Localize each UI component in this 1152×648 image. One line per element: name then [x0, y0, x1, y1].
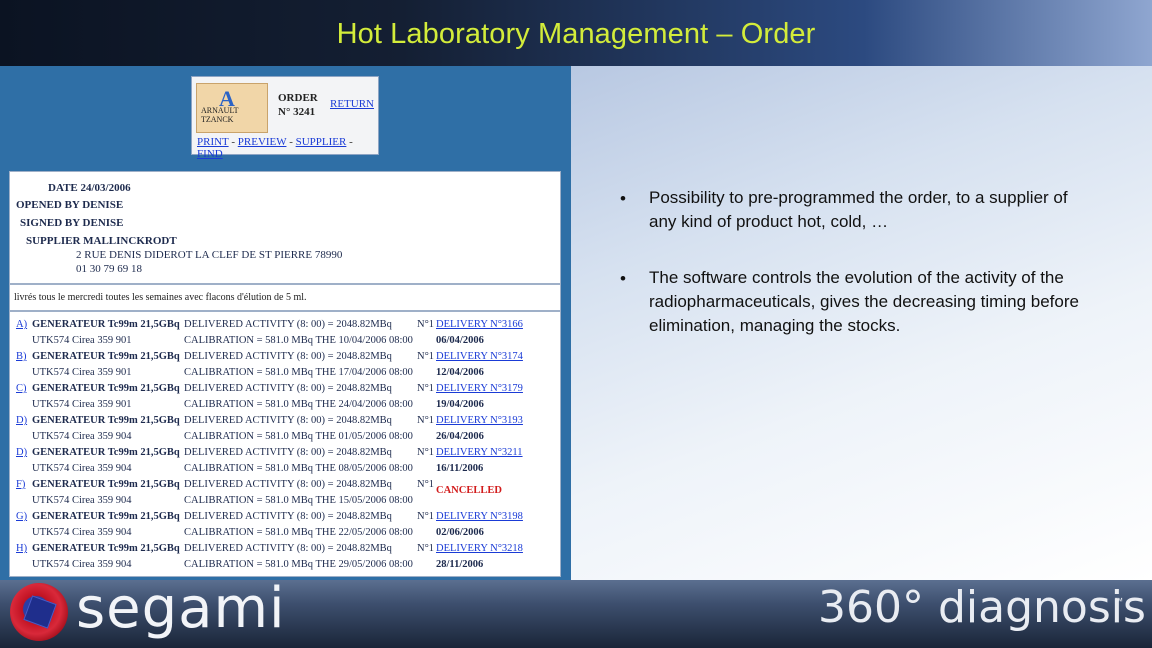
order-note: livrés tous le mercredi toutes les semai… — [14, 292, 307, 303]
signed-by: SIGNED BY DENISE — [20, 217, 124, 229]
order-header: A ARNAULT TZANCK ORDER N° 3241 RETURN PR… — [191, 76, 379, 160]
delivery-link[interactable]: DELIVERY N°3218 — [436, 543, 523, 554]
order-note-box: livrés tous le mercredi toutes les semai… — [9, 284, 561, 311]
slide-title: Hot Laboratory Management – Order — [336, 18, 816, 50]
title-bar: Hot Laboratory Management – Order — [0, 0, 1152, 66]
row-letter-link[interactable]: F) — [16, 479, 25, 490]
order-info-box: DATE 24/03/2006 OPENED BY DENISE SIGNED … — [9, 171, 561, 284]
supplier-link[interactable]: SUPPLIER — [296, 136, 347, 148]
row-letter-link[interactable]: A) — [16, 319, 27, 330]
deliveries-list: A) GENERATEUR Tc99m 21,5GBq DELIVERED AC… — [9, 311, 561, 577]
order-number: N° 3241 — [278, 106, 316, 118]
delivery-link[interactable]: DELIVERY N°3211 — [436, 447, 523, 458]
find-link[interactable]: FIND — [197, 148, 223, 160]
segami-logo-text: segami — [76, 576, 286, 641]
delivery-row: H) GENERATEUR Tc99m 21,5GBq DELIVERED AC… — [16, 543, 523, 570]
delivery-link[interactable]: DELIVERY N°3166 — [436, 319, 523, 330]
delivery-link[interactable]: DELIVERY N°3179 — [436, 383, 523, 394]
delivery-link[interactable]: DELIVERY N°3198 — [436, 511, 523, 522]
supplier-address: 2 RUE DENIS DIDEROT LA CLEF DE ST PIERRE… — [76, 249, 343, 261]
bullet-text: Possibility to pre-programmed the order,… — [649, 188, 1068, 231]
diagnosis-logo-text: 360° diagnosis — [818, 582, 1146, 633]
delivery-row: B) GENERATEUR Tc99m 21,5GBq DELIVERED AC… — [16, 351, 523, 378]
bullet-text: The software controls the evolution of t… — [649, 268, 1079, 335]
order-label: ORDER N° 3241 — [278, 92, 318, 118]
delivery-row: G) GENERATEUR Tc99m 21,5GBq DELIVERED AC… — [16, 511, 523, 538]
row-letter-link[interactable]: H) — [16, 543, 27, 554]
bullet-marker: • — [620, 269, 626, 288]
delivery-link[interactable]: DELIVERY N°3193 — [436, 415, 523, 426]
row-letter-link[interactable]: D) — [16, 447, 27, 458]
hospital-logo: A ARNAULT TZANCK — [196, 83, 268, 133]
delivery-row: F) GENERATEUR Tc99m 21,5GBq DELIVERED AC… — [16, 479, 502, 506]
trademark-symbol: ™ — [1114, 596, 1123, 606]
row-letter-link[interactable]: G) — [16, 511, 27, 522]
row-letter-link[interactable]: D) — [16, 415, 27, 426]
bullet-marker: • — [620, 189, 626, 208]
row-letter-link[interactable]: B) — [16, 351, 27, 362]
delivery-row: C) GENERATEUR Tc99m 21,5GBq DELIVERED AC… — [16, 383, 523, 410]
delivery-row: A) GENERATEUR Tc99m 21,5GBq DELIVERED AC… — [16, 319, 523, 346]
row-letter-link[interactable]: C) — [16, 383, 27, 394]
supplier-name: SUPPLIER MALLINCKRODT — [26, 235, 177, 247]
preview-link[interactable]: PREVIEW — [238, 136, 287, 148]
cancelled-status: CANCELLED — [436, 485, 502, 496]
delivery-row: D) GENERATEUR Tc99m 21,5GBq DELIVERED AC… — [16, 447, 523, 474]
delivery-link[interactable]: DELIVERY N°3174 — [436, 351, 523, 362]
supplier-phone: 01 30 79 69 18 — [76, 263, 142, 275]
delivery-row: D) GENERATEUR Tc99m 21,5GBq DELIVERED AC… — [16, 415, 523, 442]
print-link[interactable]: PRINT — [197, 136, 229, 148]
logo-text: ARNAULT TZANCK — [201, 106, 239, 124]
return-link[interactable]: RETURN — [330, 98, 374, 110]
opened-by: OPENED BY DENISE — [16, 199, 124, 211]
header-links: PRINT - PREVIEW - SUPPLIER - FIND — [197, 136, 353, 160]
order-date: DATE 24/03/2006 — [48, 182, 131, 194]
